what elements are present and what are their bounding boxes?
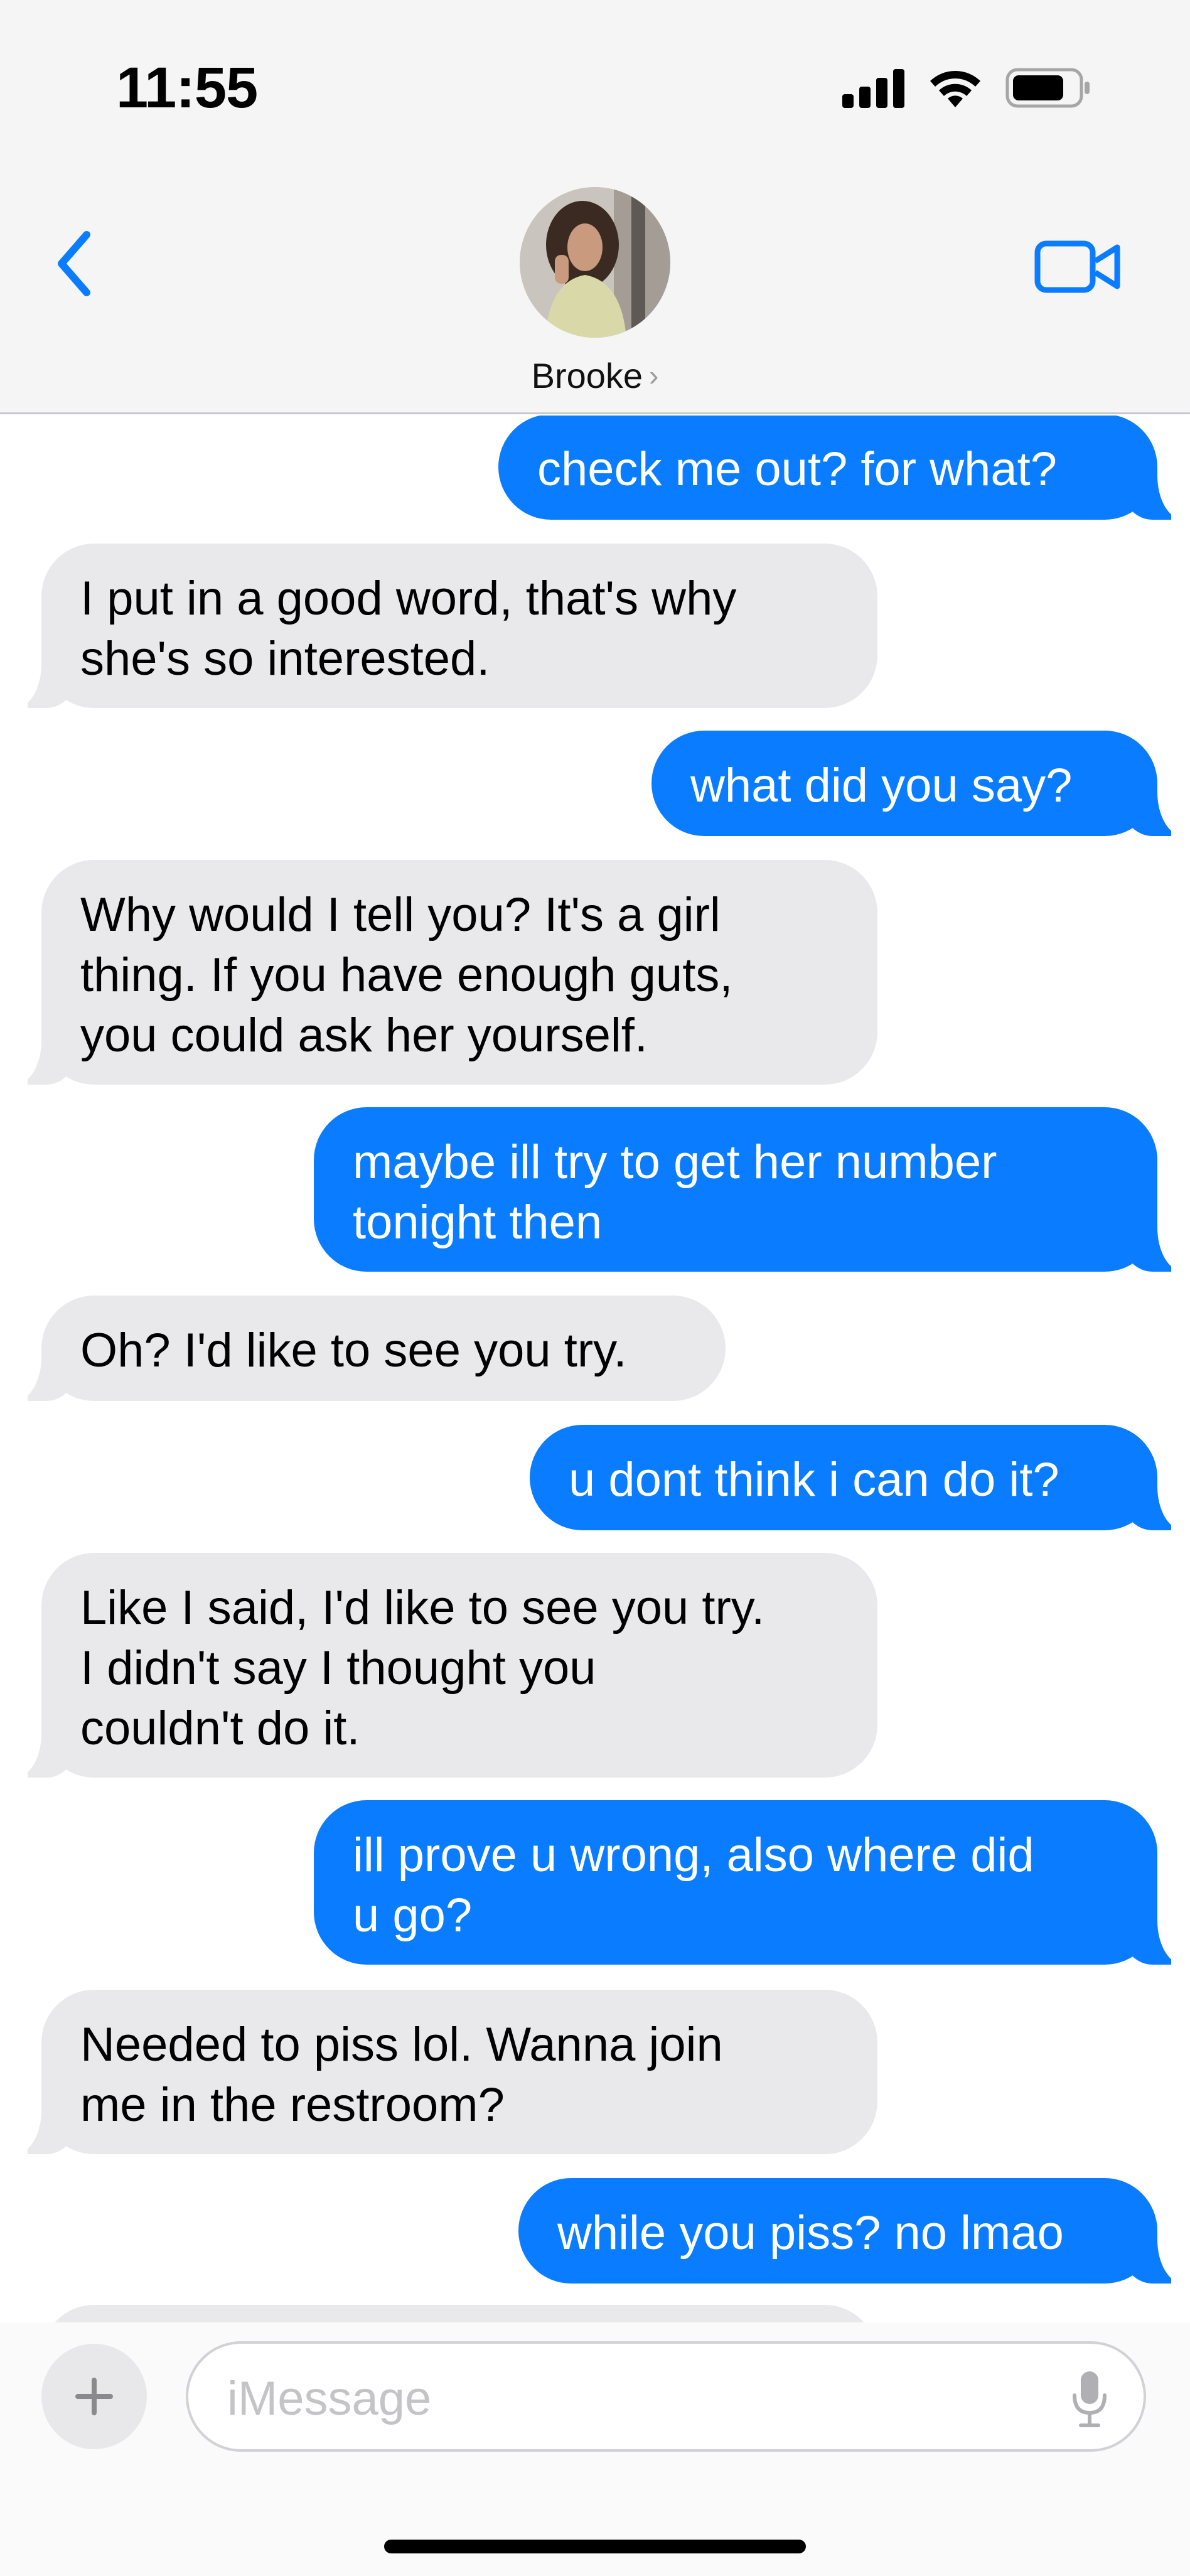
message-bubble-sent[interactable]: maybe ill try to get her number tonight … — [314, 1107, 1190, 1272]
status-time: 11:55 — [116, 56, 258, 120]
contact-avatar[interactable] — [520, 187, 670, 338]
chevron-right-icon: › — [649, 359, 659, 392]
message-bubble-received[interactable]: Like I said, I'd like to see you try. I … — [9, 1553, 877, 1778]
message-bubble-sent[interactable]: u dont think i can do it? — [530, 1425, 1190, 1530]
message-text: I put in a good word, that's why she's s… — [80, 572, 737, 685]
message-bubble-received[interactable]: I put in a good word, that's why she's s… — [9, 544, 877, 708]
home-indicator[interactable] — [384, 2540, 806, 2553]
wifi-icon — [930, 71, 980, 107]
message-text: ill prove u wrong, also where did u go? — [353, 1828, 1034, 1942]
message-text: maybe ill try to get her number tonight … — [353, 1135, 997, 1249]
message-bubble-sent[interactable]: what did you say? — [651, 731, 1190, 836]
status-icons — [842, 63, 1091, 113]
message-text: check me out? for what? — [537, 443, 1057, 496]
microphone-icon[interactable] — [1071, 2369, 1108, 2429]
message-composer: iMessage — [0, 2322, 1190, 2576]
message-bubble-received[interactable]: Why would I tell you? It's a girl thing.… — [9, 860, 877, 1085]
message-text: Like I said, I'd like to see you try. I … — [80, 1581, 765, 1755]
message-bubble-received[interactable] — [41, 2305, 877, 2324]
battery-icon — [1005, 68, 1090, 108]
input-placeholder: iMessage — [227, 2372, 432, 2425]
message-bubble-sent[interactable]: ill prove u wrong, also where did u go? — [314, 1800, 1190, 1965]
apps-plus-button[interactable] — [41, 2344, 147, 2449]
message-thread[interactable]: check me out? for what? I put in a good … — [0, 416, 1190, 2324]
message-bubble-sent[interactable]: while you piss? no lmao — [518, 2178, 1190, 2284]
plus-icon — [75, 2378, 113, 2415]
conversation-header: 11:55 Brooke › — [0, 0, 1190, 414]
video-camera-icon[interactable] — [1034, 239, 1122, 295]
message-bubble-sent[interactable]: check me out? for what? — [498, 416, 1190, 520]
message-text: what did you say? — [690, 759, 1073, 812]
chevron-left-icon[interactable] — [48, 226, 104, 301]
message-bubble-received[interactable]: Oh? I'd like to see you try. — [9, 1296, 726, 1401]
message-text: Why would I tell you? It's a girl thing.… — [80, 888, 733, 1062]
message-text: while you piss? no lmao — [557, 2206, 1064, 2260]
contact-name: Brooke — [531, 356, 643, 395]
message-text: Needed to piss lol. Wanna join me in the… — [80, 2018, 723, 2132]
message-bubble-received[interactable]: Needed to piss lol. Wanna join me in the… — [9, 1990, 877, 2154]
imessage-input[interactable]: iMessage — [186, 2341, 1146, 2452]
cellular-signal-icon — [842, 69, 904, 108]
message-text: u dont think i can do it? — [569, 1453, 1059, 1506]
message-text: Oh? I'd like to see you try. — [80, 1324, 627, 1377]
contact-name-button[interactable]: Brooke › — [0, 355, 1190, 396]
